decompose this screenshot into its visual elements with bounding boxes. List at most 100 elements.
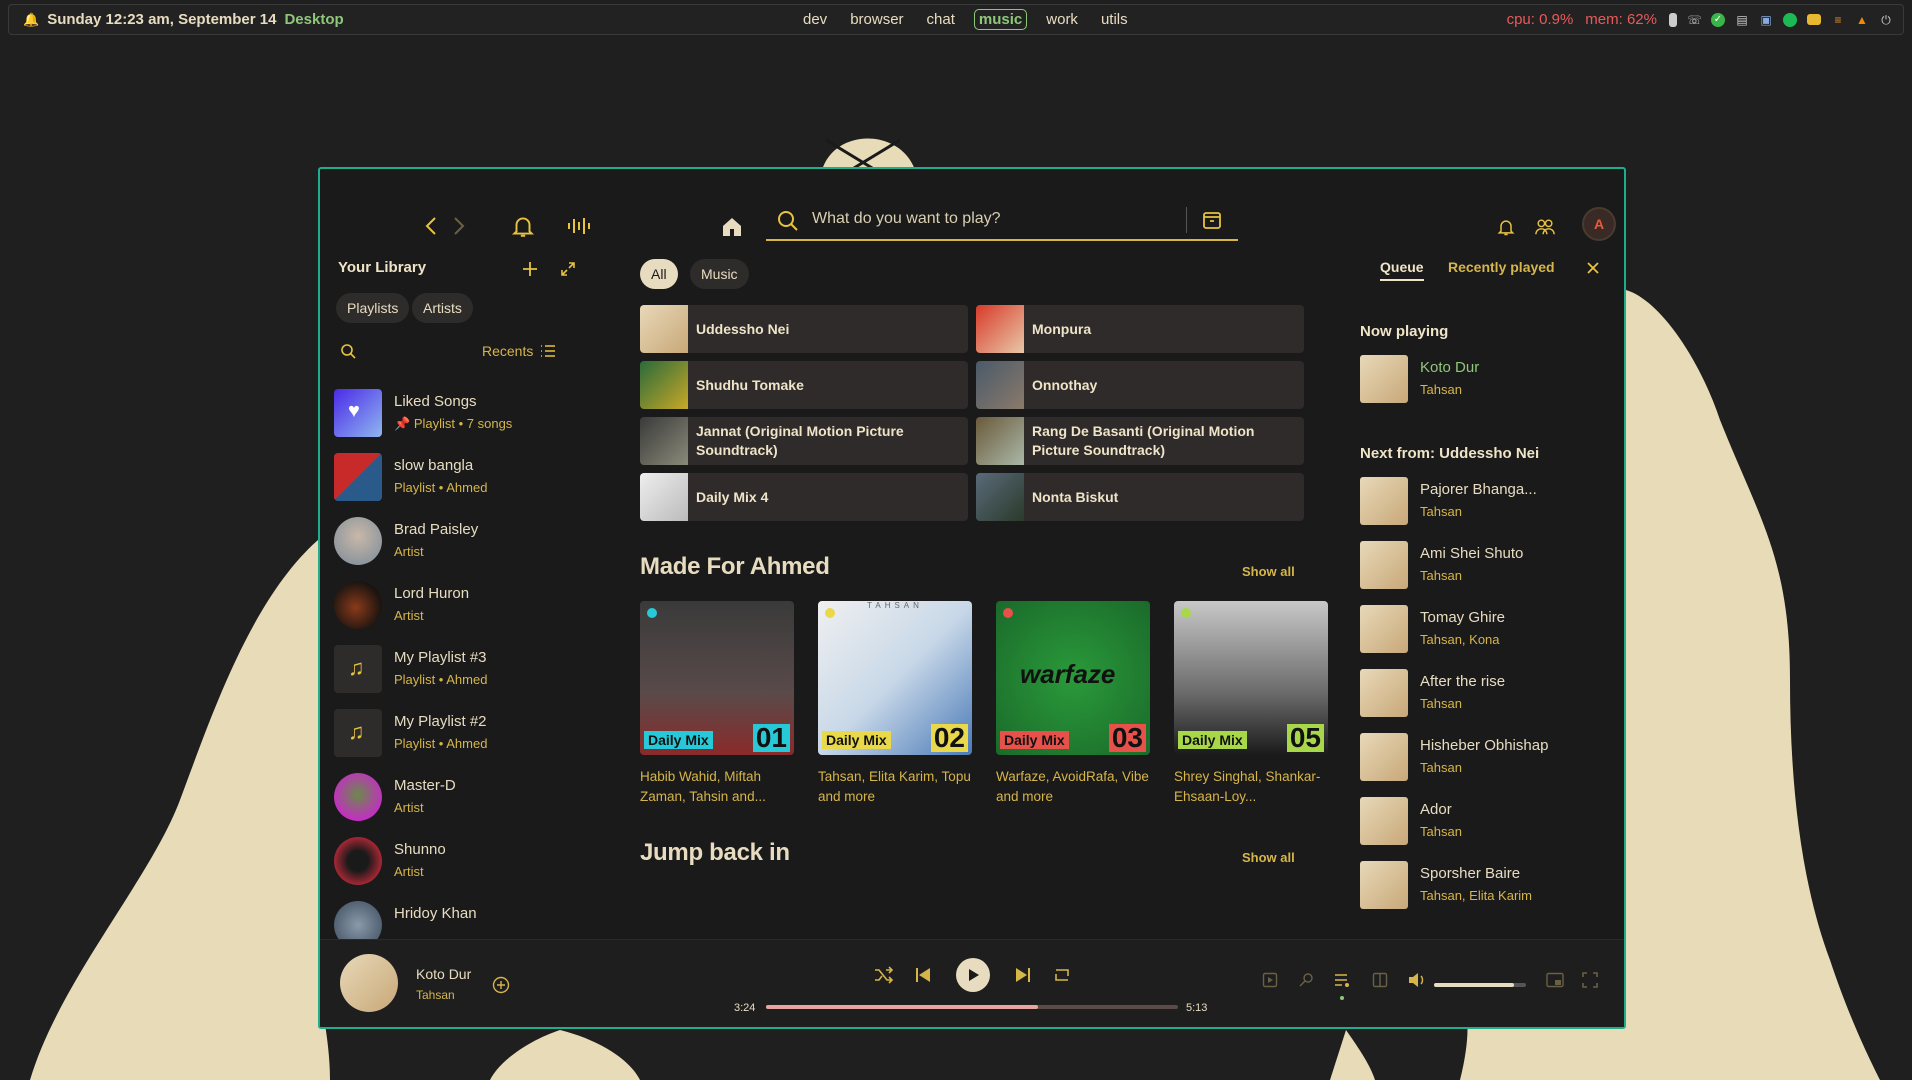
repeat-icon[interactable]	[1052, 966, 1072, 984]
library-item-liked-songs[interactable]: ♥ Liked Songs 📌 Playlist • 7 songs	[334, 389, 594, 441]
made-for-title[interactable]: Made For Ahmed	[640, 553, 830, 581]
tray-spotify-icon[interactable]	[1783, 12, 1797, 27]
notification-bell-icon[interactable]: 🔔	[23, 12, 39, 28]
sort-recents[interactable]: Recents	[482, 343, 533, 359]
fullscreen-icon[interactable]	[1582, 972, 1598, 988]
workspace-music[interactable]: music	[973, 9, 1028, 30]
list-view-icon[interactable]	[540, 344, 556, 358]
volume-slider[interactable]	[1434, 983, 1526, 987]
quick-pick-card[interactable]: Jannat (Original Motion Picture Soundtra…	[640, 417, 968, 465]
back-arrow-icon[interactable]	[424, 215, 438, 237]
whats-new-bell-icon[interactable]	[1496, 217, 1516, 237]
tray-clipboard-icon[interactable]: ▤	[1735, 13, 1749, 27]
next-icon[interactable]	[1014, 966, 1032, 984]
power-icon[interactable]: ⏻	[1879, 13, 1893, 27]
queue-item[interactable]: Tomay Ghire Tahsan, Kona	[1360, 605, 1610, 657]
connect-device-icon[interactable]	[1372, 972, 1388, 988]
search-input[interactable]	[812, 207, 1142, 231]
daily-mix-card[interactable]: Daily Mix 05 Shrey Singhal, Shankar-Ehsa…	[1174, 601, 1328, 806]
library-item-master-d[interactable]: Master-D Artist	[334, 773, 594, 825]
quick-pick-title: Onnothay	[1032, 376, 1098, 393]
show-all-link[interactable]: Show all	[1242, 564, 1295, 579]
now-playing-heading: Now playing	[1360, 323, 1449, 340]
shuffle-icon[interactable]	[874, 966, 894, 984]
daily-mix-card[interactable]: TAHSAN Daily Mix 02 Tahsan, Elita Karim,…	[818, 601, 972, 806]
library-item-my-playlist-3[interactable]: ♫ My Playlist #3 Playlist • Ahmed	[334, 645, 594, 697]
tab-queue[interactable]: Queue	[1380, 259, 1424, 281]
library-item-my-playlist-2[interactable]: ♫ My Playlist #2 Playlist • Ahmed	[334, 709, 594, 761]
now-playing-cover[interactable]	[340, 954, 398, 1012]
quick-pick-card[interactable]: Nonta Biskut	[976, 473, 1304, 521]
library-item-brad-paisley[interactable]: Brad Paisley Artist	[334, 517, 594, 569]
now-playing-title[interactable]: Koto Dur	[416, 966, 471, 982]
daily-mix-card[interactable]: warfaze Daily Mix 03 Warfaze, AvoidRafa,…	[996, 601, 1150, 806]
mix-description: Warfaze, AvoidRafa, Vibe and more	[996, 769, 1149, 804]
user-avatar[interactable]: A	[1582, 207, 1616, 241]
jump-back-title[interactable]: Jump back in	[640, 839, 790, 867]
workspace-dev[interactable]: dev	[799, 10, 831, 29]
quick-pick-card[interactable]: Shudhu Tomake	[640, 361, 968, 409]
add-to-library-icon[interactable]	[492, 976, 510, 994]
waveform-icon[interactable]	[566, 215, 592, 237]
mix-number: 02	[930, 724, 968, 752]
friend-activity-icon[interactable]	[1534, 217, 1556, 237]
browse-icon[interactable]	[1200, 208, 1224, 232]
library-item-slow-bangla[interactable]: slow bangla Playlist • Ahmed	[334, 453, 594, 505]
home-icon[interactable]	[720, 215, 744, 239]
expand-icon[interactable]	[560, 261, 576, 277]
workspace-work[interactable]: work	[1042, 10, 1082, 29]
artist-avatar	[334, 517, 382, 565]
now-playing-view-icon[interactable]	[1262, 972, 1278, 988]
tray-vlc-icon[interactable]: ▲	[1855, 13, 1869, 27]
tab-recently-played[interactable]: Recently played	[1448, 259, 1555, 275]
forward-arrow-icon[interactable]	[452, 215, 466, 237]
queue-icon[interactable]	[1334, 972, 1352, 990]
filter-music[interactable]: Music	[690, 259, 749, 289]
lyrics-icon[interactable]	[1298, 972, 1314, 988]
progress-bar[interactable]	[766, 1005, 1178, 1009]
quick-pick-card[interactable]: Monpura	[976, 305, 1304, 353]
tray-app-icon[interactable]: ≡	[1831, 13, 1845, 27]
track-artist: Tahsan	[1420, 760, 1462, 775]
elapsed-time: 3:24	[734, 1002, 756, 1014]
now-playing-artist[interactable]: Tahsan	[416, 988, 455, 1002]
notification-bell-icon[interactable]	[510, 213, 536, 239]
plus-icon[interactable]	[522, 261, 538, 277]
library-item-hridoy-khan[interactable]: Hridoy Khan	[334, 901, 594, 939]
library-search-icon[interactable]	[340, 343, 356, 359]
queue-item[interactable]: Ador Tahsan	[1360, 797, 1610, 849]
workspace-utils[interactable]: utils	[1097, 10, 1132, 29]
queue-item[interactable]: Pajorer Bhanga... Tahsan	[1360, 477, 1610, 529]
quick-pick-card[interactable]: Daily Mix 4	[640, 473, 968, 521]
mix-dot	[825, 608, 835, 618]
queue-item[interactable]: Sporsher Baire Tahsan, Elita Karim	[1360, 861, 1610, 913]
tray-folder-icon[interactable]	[1807, 14, 1821, 25]
tray-phone-icon[interactable]: ☏	[1687, 13, 1702, 27]
queue-item[interactable]: Ami Shei Shuto Tahsan	[1360, 541, 1610, 593]
tray-screens-icon[interactable]: ▣	[1759, 13, 1773, 27]
queue-item[interactable]: Hisheber Obhishap Tahsan	[1360, 733, 1610, 785]
show-all-link[interactable]: Show all	[1242, 850, 1295, 865]
quick-pick-card[interactable]: Rang De Basanti (Original Motion Picture…	[976, 417, 1304, 465]
queue-item[interactable]: After the rise Tahsan	[1360, 669, 1610, 721]
filter-playlists[interactable]: Playlists	[336, 293, 410, 323]
play-button[interactable]	[956, 958, 990, 992]
search-bar[interactable]	[766, 201, 1238, 241]
filter-all[interactable]: All	[640, 259, 678, 289]
close-icon[interactable]	[1586, 261, 1600, 275]
quick-pick-card[interactable]: Onnothay	[976, 361, 1304, 409]
workspace-chat[interactable]: chat	[923, 10, 959, 29]
tray-check-icon[interactable]: ✓	[1711, 12, 1725, 27]
library-item-shunno[interactable]: Shunno Artist	[334, 837, 594, 889]
filter-artists[interactable]: Artists	[412, 293, 473, 323]
queue-now-playing-item[interactable]: Koto Dur Tahsan	[1360, 355, 1610, 407]
quick-pick-card[interactable]: Uddessho Nei	[640, 305, 968, 353]
daily-mix-card[interactable]: Daily Mix 01 Habib Wahid, Miftah Zaman, …	[640, 601, 794, 806]
tray-device-icon[interactable]	[1669, 12, 1677, 27]
miniplayer-icon[interactable]	[1546, 972, 1564, 988]
volume-icon[interactable]	[1408, 972, 1426, 988]
library-item-sub: Playlist • Ahmed	[394, 672, 488, 687]
workspace-browser[interactable]: browser	[846, 10, 907, 29]
previous-icon[interactable]	[914, 966, 932, 984]
library-item-lord-huron[interactable]: Lord Huron Artist	[334, 581, 594, 633]
